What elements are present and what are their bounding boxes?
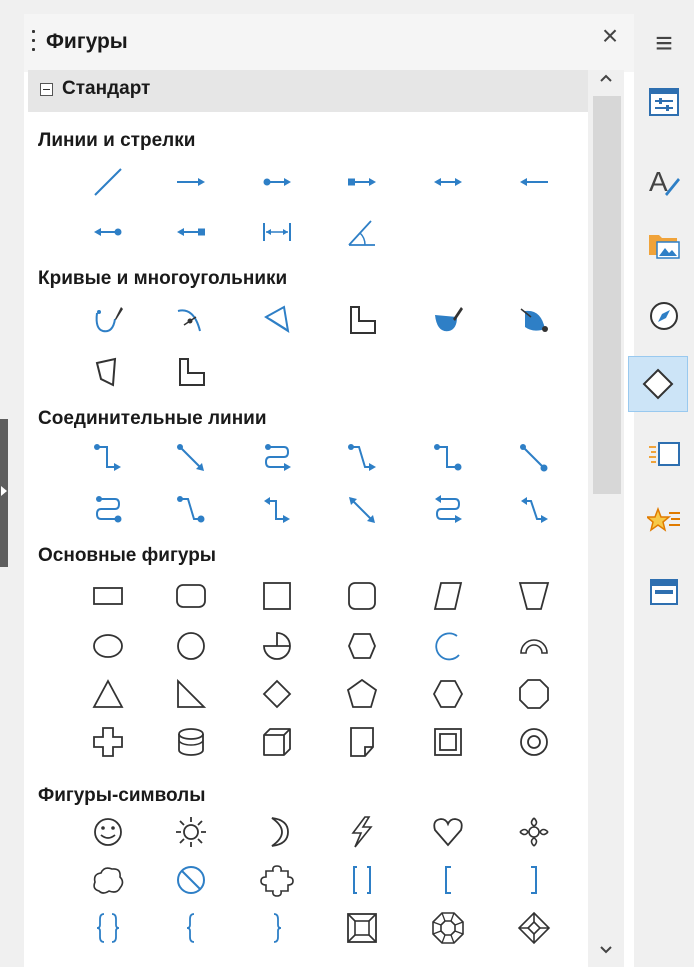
section-title-basic: Основные фигуры	[38, 545, 217, 566]
octagon-icon[interactable]	[512, 672, 556, 716]
pentagon-icon[interactable]	[340, 672, 384, 716]
polygon-filled-icon[interactable]	[86, 350, 130, 394]
section-title-connectors: Соединительные линии	[38, 408, 267, 429]
cross-icon[interactable]	[86, 720, 130, 764]
arc-icon[interactable]	[426, 624, 470, 668]
gallery-icon[interactable]	[634, 218, 694, 270]
bracket-pair-icon[interactable]	[340, 858, 384, 902]
collapse-arrow-icon	[1, 486, 7, 496]
connector-arrows-icon[interactable]	[255, 488, 299, 532]
freeform-line-icon[interactable]	[86, 298, 130, 342]
cloud-icon[interactable]	[86, 858, 130, 902]
trapezoid-icon[interactable]	[512, 574, 556, 618]
straight-connector-arrows-icon[interactable]	[340, 488, 384, 532]
connector-ends-circle-icon[interactable]	[426, 436, 470, 480]
slide-transition-icon[interactable]	[634, 566, 694, 618]
navigator-icon[interactable]	[634, 290, 694, 342]
can-icon[interactable]	[169, 720, 213, 764]
rectangle-rounded-icon[interactable]	[169, 574, 213, 618]
scroll-up-icon[interactable]	[598, 70, 614, 88]
animation-icon[interactable]	[634, 496, 694, 548]
freeform-line-filled-icon[interactable]	[426, 298, 470, 342]
left-brace-icon[interactable]	[169, 906, 213, 950]
curved-connector-arrows-icon[interactable]	[426, 488, 470, 532]
section-title-symbols: Фигуры-символы	[38, 785, 206, 806]
line-ends-arrow-icon[interactable]	[169, 160, 213, 204]
diamond-bevel-icon[interactable]	[512, 906, 556, 950]
heart-icon[interactable]	[426, 810, 470, 854]
menu-icon[interactable]: ≡	[634, 18, 694, 70]
right-brace-icon[interactable]	[255, 906, 299, 950]
connector-ends-arrow-icon[interactable]	[86, 436, 130, 480]
scrollbar-thumb[interactable]	[593, 96, 621, 494]
line-connector-arrows-icon[interactable]	[512, 488, 556, 532]
isosceles-triangle-icon[interactable]	[86, 672, 130, 716]
forbidden-icon[interactable]	[169, 858, 213, 902]
frame-icon[interactable]	[426, 720, 470, 764]
shapes-icon[interactable]	[628, 356, 688, 412]
line-starts-arrow-ends-circle-icon[interactable]	[86, 210, 130, 254]
scroll-down-icon[interactable]	[598, 940, 614, 958]
quad-bevel-icon[interactable]	[340, 906, 384, 950]
line-icon[interactable]	[86, 160, 130, 204]
panel-title: Фигуры	[46, 30, 128, 53]
sidebar-tabbar	[634, 0, 694, 967]
close-icon[interactable]: ×	[596, 22, 624, 50]
straight-connector-ends-arrow-icon[interactable]	[169, 436, 213, 480]
diamond-icon[interactable]	[255, 672, 299, 716]
lightning-icon[interactable]	[340, 810, 384, 854]
smiley-icon[interactable]	[86, 810, 130, 854]
brace-pair-icon[interactable]	[86, 906, 130, 950]
ellipse-icon[interactable]	[86, 624, 130, 668]
right-triangle-icon[interactable]	[169, 672, 213, 716]
straight-connector-ends-circle-icon[interactable]	[512, 436, 556, 480]
polygon-45-icon[interactable]	[340, 298, 384, 342]
line-ends-arrows-icon[interactable]	[426, 160, 470, 204]
properties-icon[interactable]	[634, 76, 694, 128]
square-icon[interactable]	[255, 574, 299, 618]
folded-corner-icon[interactable]	[340, 720, 384, 764]
line-connector-ends-arrow-icon[interactable]	[340, 436, 384, 480]
polygon-45-filled-icon[interactable]	[169, 350, 213, 394]
curve-icon[interactable]	[169, 298, 213, 342]
svg-text:A: A	[649, 166, 668, 197]
section-title-lines: Линии и стрелки	[38, 130, 196, 151]
puzzle-icon[interactable]	[255, 858, 299, 902]
line-starts-circle-ends-arrow-icon[interactable]	[255, 160, 299, 204]
line-starts-square-ends-arrow-icon[interactable]	[340, 160, 384, 204]
sun-icon[interactable]	[169, 810, 213, 854]
section-title-curves: Кривые и многоугольники	[38, 268, 288, 289]
right-bracket-icon[interactable]	[512, 858, 556, 902]
styles-icon[interactable]: A	[634, 155, 694, 207]
line-starts-arrow-icon[interactable]	[512, 160, 556, 204]
curved-connector-ends-arrow-icon[interactable]	[255, 436, 299, 480]
curved-connector-ends-circle-icon[interactable]	[86, 488, 130, 532]
left-bracket-icon[interactable]	[426, 858, 470, 902]
block-arc-icon[interactable]	[512, 624, 556, 668]
page-icon[interactable]	[634, 428, 694, 480]
dimension-line-icon[interactable]	[255, 210, 299, 254]
polygon-icon[interactable]	[255, 298, 299, 342]
line-connector-ends-circle-icon[interactable]	[169, 488, 213, 532]
hexagon-icon[interactable]	[426, 672, 470, 716]
circle-pie-icon[interactable]	[255, 624, 299, 668]
curve-filled-icon[interactable]	[512, 298, 556, 342]
cube-icon[interactable]	[255, 720, 299, 764]
square-rounded-icon[interactable]	[340, 574, 384, 618]
palette-name: Стандарт	[62, 78, 151, 99]
parallelogram-icon[interactable]	[426, 574, 470, 618]
flower-icon[interactable]	[512, 810, 556, 854]
ring-icon[interactable]	[512, 720, 556, 764]
moon-icon[interactable]	[255, 810, 299, 854]
drag-handle-icon[interactable]	[32, 30, 35, 56]
rectangle-icon[interactable]	[86, 574, 130, 618]
circle-icon[interactable]	[169, 624, 213, 668]
octagon-bevel-icon[interactable]	[426, 906, 470, 950]
block-arc-circle-icon[interactable]	[340, 624, 384, 668]
angle-dimension-icon[interactable]	[340, 210, 384, 254]
collapse-box-icon[interactable]	[40, 83, 53, 96]
line-starts-arrow-ends-square-icon[interactable]	[169, 210, 213, 254]
